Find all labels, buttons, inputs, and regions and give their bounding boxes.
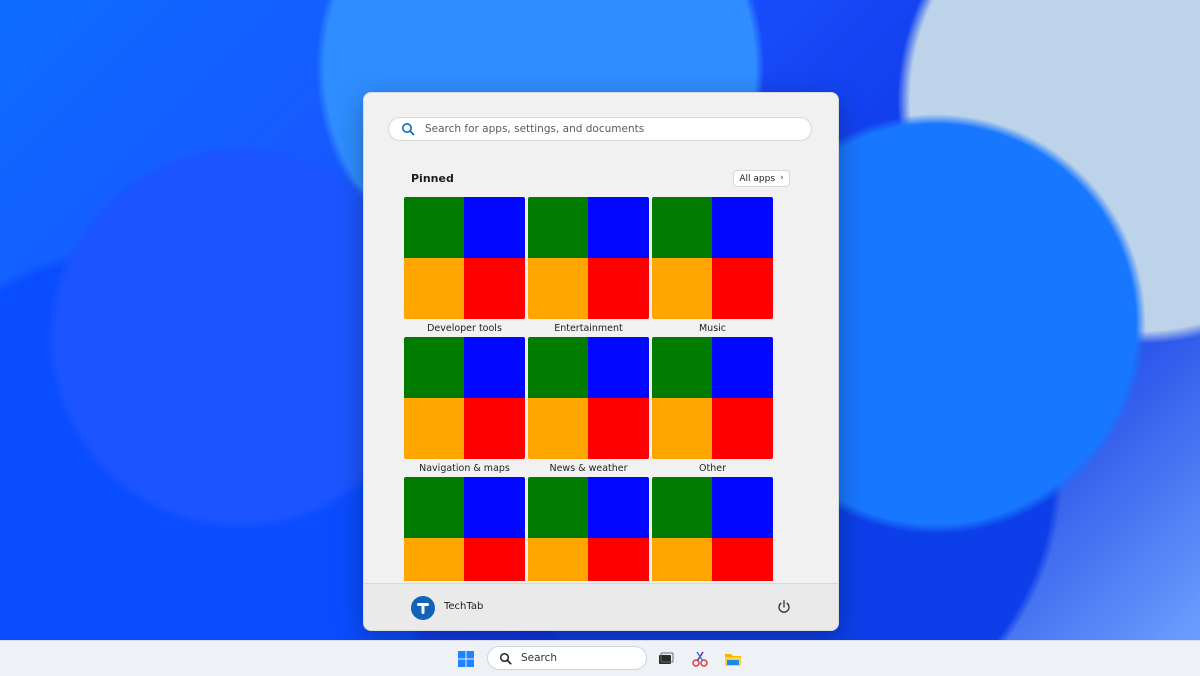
tile-label: Entertainment bbox=[554, 323, 623, 334]
start-menu: Search for apps, settings, and documents… bbox=[363, 92, 839, 631]
task-view-icon[interactable] bbox=[657, 650, 675, 668]
pinned-tile[interactable] bbox=[652, 477, 773, 581]
pinned-tile-other[interactable]: Other bbox=[652, 337, 773, 474]
tile-image bbox=[528, 477, 649, 581]
tile-label: News & weather bbox=[549, 463, 628, 474]
pinned-tile-news-weather[interactable]: News & weather bbox=[528, 337, 649, 474]
start-search-box[interactable]: Search for apps, settings, and documents bbox=[388, 117, 812, 141]
snipping-tool-icon[interactable] bbox=[691, 650, 709, 668]
search-icon bbox=[497, 650, 513, 666]
tile-image bbox=[404, 197, 525, 319]
tile-label: Other bbox=[699, 463, 726, 474]
pinned-tile[interactable] bbox=[528, 477, 649, 581]
tile-image bbox=[652, 197, 773, 319]
pinned-tile-music[interactable]: Music bbox=[652, 197, 773, 334]
tile-image bbox=[652, 477, 773, 581]
search-placeholder: Search for apps, settings, and documents bbox=[425, 123, 645, 135]
tile-image bbox=[528, 197, 649, 319]
pinned-tile-entertainment[interactable]: Entertainment bbox=[528, 197, 649, 334]
tile-label: Music bbox=[698, 323, 727, 334]
start-footer: TechTab bbox=[364, 583, 838, 630]
tile-label: Navigation & maps bbox=[419, 463, 510, 474]
pinned-heading: Pinned bbox=[411, 172, 454, 185]
search-icon bbox=[399, 120, 417, 138]
taskbar-search-label: Search bbox=[521, 652, 558, 664]
power-icon[interactable] bbox=[776, 599, 792, 615]
tile-image bbox=[404, 477, 525, 581]
pinned-tile-navigation-maps[interactable]: Navigation & maps bbox=[404, 337, 525, 474]
all-apps-label: All apps bbox=[739, 173, 776, 184]
all-apps-button[interactable]: All apps › bbox=[733, 170, 790, 187]
taskbar: Search bbox=[0, 640, 1200, 676]
tile-image bbox=[652, 337, 773, 459]
tile-image bbox=[528, 337, 649, 459]
user-avatar-icon bbox=[417, 603, 429, 614]
taskbar-search-box[interactable]: Search bbox=[487, 646, 647, 670]
windows-start-icon[interactable] bbox=[455, 649, 477, 669]
tile-label: Developer tools bbox=[427, 323, 502, 334]
file-explorer-icon[interactable] bbox=[724, 650, 742, 668]
chevron-right-icon: › bbox=[780, 173, 784, 183]
pinned-tile[interactable] bbox=[404, 477, 525, 581]
pinned-grid: Developer tools Entertainment Music Navi… bbox=[404, 197, 774, 581]
user-name[interactable]: TechTab bbox=[444, 601, 483, 612]
pinned-tile-developer-tools[interactable]: Developer tools bbox=[404, 197, 525, 334]
tile-image bbox=[404, 337, 525, 459]
avatar[interactable] bbox=[411, 596, 435, 620]
